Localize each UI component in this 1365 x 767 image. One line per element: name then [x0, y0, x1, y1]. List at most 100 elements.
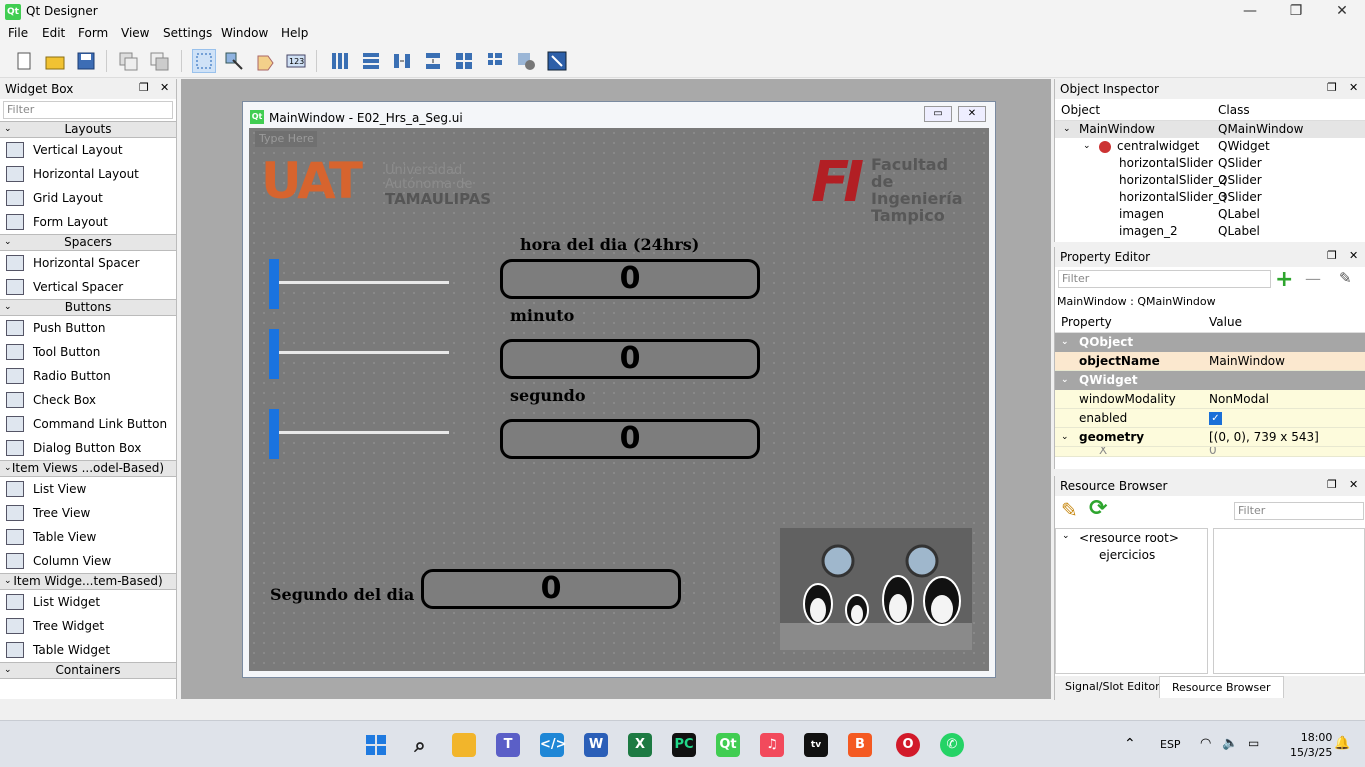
new-file-icon[interactable] [12, 49, 36, 73]
slider-handle[interactable] [269, 329, 279, 379]
chevron-down-icon[interactable]: ⌄ [1083, 138, 1091, 155]
adjust-size-icon[interactable] [545, 49, 569, 73]
file-explorer-icon[interactable] [452, 733, 476, 757]
edit-tab-order-icon[interactable]: 123 [284, 49, 308, 73]
widget-item[interactable]: Command Link Button [0, 412, 176, 436]
object-tree-row[interactable]: horizontalSlider_3 QSlider [1055, 189, 1365, 206]
word-icon[interactable]: W [584, 733, 608, 757]
tab-resource-browser[interactable]: Resource Browser [1159, 676, 1284, 698]
widget-item[interactable]: Tool Button [0, 340, 176, 364]
widget-item[interactable]: Grid Layout [0, 186, 176, 210]
search-icon[interactable]: ⌕ [408, 733, 432, 757]
widget-item[interactable]: Radio Button [0, 364, 176, 388]
wifi-icon[interactable]: ◠ [1200, 736, 1211, 751]
chevron-down-icon[interactable]: ⌄ [1063, 121, 1071, 138]
object-tree-row[interactable]: horizontalSlider_2 QSlider [1055, 172, 1365, 189]
resource-filter-input[interactable]: Filter [1234, 502, 1364, 520]
add-property-icon[interactable]: + [1275, 267, 1293, 292]
resource-file-list[interactable] [1213, 528, 1365, 674]
close-button[interactable]: ✕ [1319, 0, 1365, 24]
pycharm-icon[interactable]: PC [672, 733, 696, 757]
widget-item[interactable]: Check Box [0, 388, 176, 412]
layout-vertical-icon[interactable] [359, 49, 383, 73]
col-value[interactable]: Value [1209, 315, 1242, 329]
menu-edit[interactable]: Edit [42, 26, 65, 40]
notification-icon[interactable]: 🔔 [1334, 736, 1350, 751]
menu-settings[interactable]: Settings [163, 26, 212, 40]
start-icon[interactable] [364, 733, 388, 757]
widget-item[interactable]: List View [0, 477, 176, 501]
close-icon[interactable]: ✕ [1349, 81, 1358, 94]
layout-horizontal-icon[interactable] [328, 49, 352, 73]
horizontal-slider-second[interactable] [269, 409, 451, 459]
layout-vertical-splitter-icon[interactable] [421, 49, 445, 73]
object-tree-row[interactable]: imagen_2 QLabel [1055, 223, 1365, 240]
edit-widgets-icon[interactable] [192, 49, 216, 73]
widget-item[interactable]: Vertical Spacer [0, 275, 176, 299]
widget-item[interactable]: Table View [0, 525, 176, 549]
edit-resources-icon[interactable]: ✎ [1061, 498, 1078, 522]
col-property[interactable]: Property [1061, 315, 1112, 329]
vscode-icon[interactable]: </> [540, 733, 567, 757]
save-icon[interactable] [74, 49, 98, 73]
send-to-back-icon[interactable] [116, 49, 140, 73]
configure-icon[interactable]: ✎ [1339, 269, 1352, 287]
float-icon[interactable]: ❐ [139, 81, 149, 94]
opera-icon[interactable]: O [896, 733, 920, 757]
widget-filter-input[interactable]: Filter [3, 101, 173, 119]
horizontal-slider-hour[interactable] [269, 259, 451, 309]
object-tree-row[interactable]: ⌄ centralwidget QWidget [1055, 138, 1365, 155]
group-qwidget[interactable]: ⌄ QWidget [1055, 371, 1365, 390]
menu-window[interactable]: Window [221, 26, 268, 40]
object-tree-row[interactable]: imagen QLabel [1055, 206, 1365, 223]
group-qobject[interactable]: ⌄ QObject [1055, 333, 1365, 352]
close-icon[interactable]: ✕ [1349, 249, 1358, 262]
resource-child-item[interactable]: ejercicios [1099, 548, 1155, 562]
central-widget-canvas[interactable]: Type Here UAT Universidad Autónoma de TA… [249, 128, 989, 671]
reload-icon[interactable]: ⟳ [1089, 496, 1107, 521]
edit-signals-icon[interactable] [222, 49, 246, 73]
widget-category[interactable]: ⌄ Item Views ...odel-Based) [0, 460, 176, 477]
volume-icon[interactable]: 🔈 [1222, 736, 1238, 751]
language-indicator[interactable]: ESP [1160, 738, 1181, 751]
widget-category[interactable]: ⌄ Containers [0, 662, 176, 679]
remove-property-icon[interactable]: — [1305, 269, 1321, 288]
layout-form-icon[interactable] [483, 49, 507, 73]
widget-item[interactable]: Horizontal Spacer [0, 251, 176, 275]
col-class[interactable]: Class [1218, 103, 1250, 117]
float-icon[interactable]: ❐ [1327, 81, 1337, 94]
bring-to-front-icon[interactable] [147, 49, 171, 73]
object-tree-row[interactable]: ⌄ MainWindow QMainWindow [1055, 121, 1365, 138]
clock[interactable]: 18:00 15/3/25 [1290, 730, 1332, 760]
form-close-button[interactable]: ✕ [958, 106, 986, 122]
menu-view[interactable]: View [121, 26, 149, 40]
enabled-checkbox[interactable]: ✓ [1209, 412, 1222, 425]
widget-item[interactable]: Horizontal Layout [0, 162, 176, 186]
col-object[interactable]: Object [1061, 103, 1100, 117]
qt-designer-icon[interactable]: Qt [716, 733, 740, 757]
widget-category[interactable]: ⌄ Spacers [0, 234, 176, 251]
layout-horizontal-splitter-icon[interactable] [390, 49, 414, 73]
widget-item[interactable]: Form Layout [0, 210, 176, 234]
form-minimize-button[interactable]: ▭ [924, 106, 952, 122]
resource-tree[interactable]: ⌄ <resource root> ejercicios [1055, 528, 1208, 674]
property-row-geometry[interactable]: ⌄ geometry [(0, 0), 739 x 543] [1055, 428, 1365, 447]
float-icon[interactable]: ❐ [1327, 478, 1337, 491]
close-icon[interactable]: ✕ [1349, 478, 1358, 491]
edit-buddies-icon[interactable] [253, 49, 277, 73]
slider-handle[interactable] [269, 259, 279, 309]
menu-form[interactable]: Form [78, 26, 108, 40]
widget-item[interactable]: Vertical Layout [0, 138, 176, 162]
tab-signal-slot-editor[interactable]: Signal/Slot Editor [1057, 678, 1168, 695]
property-row-x[interactable]: X0 [1055, 447, 1365, 457]
close-icon[interactable]: ✕ [160, 81, 169, 94]
chevron-up-icon[interactable]: ⌃ [1124, 736, 1136, 752]
minimize-button[interactable]: — [1227, 0, 1273, 24]
widget-item[interactable]: List Widget [0, 590, 176, 614]
form-window[interactable]: Qt MainWindow - E02_Hrs_a_Seg.ui ▭ ✕ Typ… [242, 101, 996, 678]
excel-icon[interactable]: X [628, 733, 652, 757]
widget-item[interactable]: Dialog Button Box [0, 436, 176, 460]
widget-category[interactable]: ⌄ Buttons [0, 299, 176, 316]
music-icon[interactable]: ♫ [760, 733, 784, 757]
apple-tv-icon[interactable]: tv [804, 733, 828, 757]
